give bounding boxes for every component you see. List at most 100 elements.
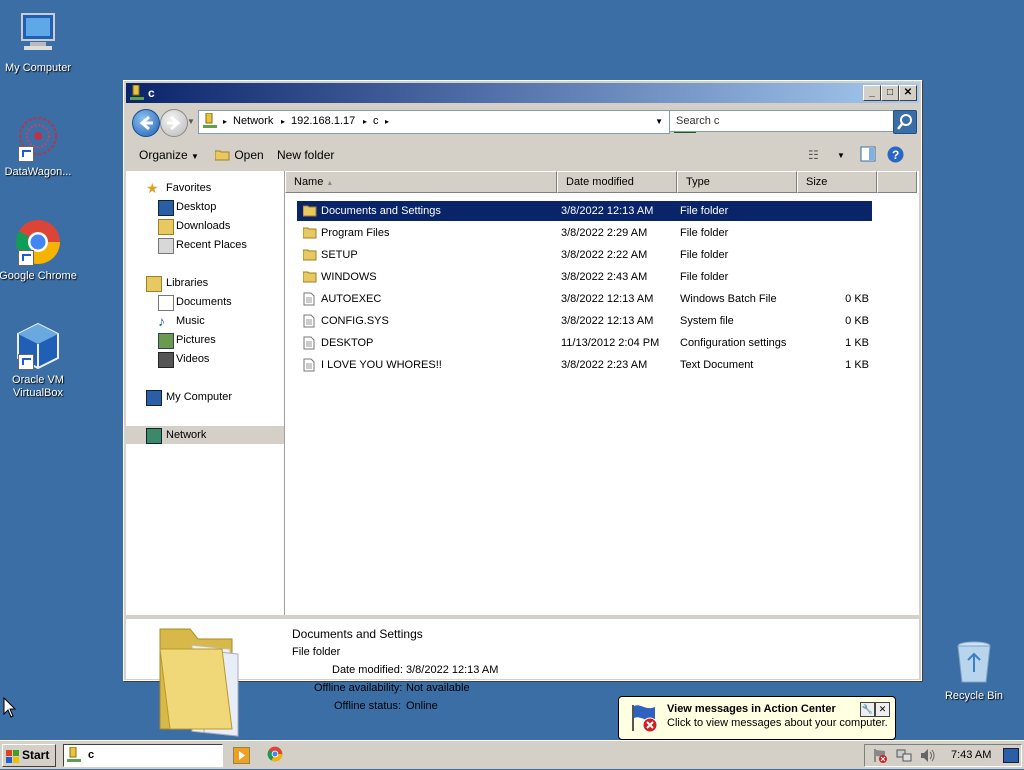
chevron-down-icon: ▼ [191,152,199,161]
breadcrumb-separator[interactable]: ▸ [363,117,367,126]
file-row[interactable]: DESKTOP 11/13/2012 2:04 PM Configuration s… [297,333,872,353]
column-header-date[interactable]: Date modified [557,171,677,193]
start-button[interactable]: Start [2,744,56,767]
details-name: Documents and Settings [292,627,423,641]
address-field[interactable]: ▸ Network ▸ 192.168.1.17 ▸ c ▸ ▼ [198,110,670,134]
nav-recent-places[interactable]: Recent Places [126,236,284,254]
file-date: 11/13/2012 2:04 PM [561,337,660,349]
show-desktop-icon[interactable] [1003,748,1019,763]
balloon-options-button[interactable]: 🔧 [860,702,875,717]
recent-pages-dropdown[interactable]: ▼ [187,117,195,126]
action-center-tray-icon[interactable] [873,748,888,766]
nav-label: Recent Places [176,239,247,251]
open-label: Open [234,148,264,162]
nav-label: Desktop [176,201,217,213]
file-type: File folder [680,205,729,217]
file-row[interactable]: Program Files 3/8/2022 2:29 AM File folder [297,223,872,243]
system-tray: 7:43 AM [864,744,1022,767]
clock[interactable]: 7:43 AM [951,749,991,761]
help-button[interactable]: ? [887,146,904,166]
folder-icon [302,226,317,239]
explorer-window: c _ □ ✕ ▼ ▸ Network ▸ 192.168.1.17 ▸ c ▸… [123,80,922,737]
windows-logo-icon [6,749,20,769]
balloon-close-button[interactable]: ✕ [875,702,890,717]
file-type: Configuration settings [680,337,787,349]
open-button[interactable]: Open [214,148,264,162]
nav-favorites[interactable]: ★ Favorites [126,179,284,197]
details-kind: File folder [292,646,341,658]
organize-button[interactable]: Organize ▼ [139,148,199,162]
breadcrumb-separator[interactable]: ▸ [281,117,285,126]
view-options-icon[interactable]: ☷ [808,148,819,162]
file-size: 0 KB [845,315,869,327]
file-row[interactable]: SETUP 3/8/2022 2:22 AM File folder [297,245,872,265]
title-bar[interactable]: c _ □ ✕ [126,83,919,103]
volume-tray-icon[interactable] [920,748,936,766]
forward-button[interactable] [160,109,188,137]
column-header-type[interactable]: Type [677,171,797,193]
file-row[interactable]: AUTOEXEC 3/8/2022 12:13 AM Windows Batch F… [297,289,872,309]
close-button[interactable]: ✕ [899,85,917,101]
desktop-icon-chrome[interactable]: Google Chrome [0,218,78,283]
view-dropdown-button[interactable]: ▼ [837,151,845,160]
desktop-icon-virtualbox[interactable]: Oracle VM VirtualBox [0,322,78,400]
search-button[interactable] [893,110,917,134]
nav-libraries[interactable]: Libraries [126,274,284,292]
details-date-label: Date modified: [332,664,403,676]
nav-music[interactable]: ♪ Music [126,312,284,330]
nav-my-computer[interactable]: My Computer [126,388,284,406]
datawagon-icon [14,114,62,162]
help-icon: ? [887,146,904,163]
nav-label: Network [166,429,207,441]
preview-pane-button[interactable] [860,146,876,165]
nav-downloads[interactable]: Downloads [126,217,284,235]
nav-documents[interactable]: Documents [126,293,284,311]
back-button[interactable] [132,109,160,137]
svg-text:?: ? [892,148,899,162]
network-tray-icon[interactable] [896,748,912,766]
new-folder-button[interactable]: New folder [277,148,334,162]
taskbar-button-explorer[interactable]: c [63,744,223,767]
maximize-button[interactable]: □ [881,85,899,101]
file-size: 1 KB [845,337,869,349]
desktop-icon-recycle-bin[interactable]: Recycle Bin [934,638,1014,703]
breadcrumb-separator[interactable]: ▸ [223,117,227,126]
details-offline-label: Offline availability: [314,682,403,694]
music-icon: ♪ [158,313,165,329]
action-center-balloon[interactable]: View messages in Action Center Click to … [618,696,896,740]
chrome-icon [14,218,62,266]
quicklaunch-chrome[interactable] [267,746,283,765]
breadcrumb-network[interactable]: Network [233,115,273,127]
desktop-icon-my-computer[interactable]: My Computer [0,10,78,75]
nav-pictures[interactable]: Pictures [126,331,284,349]
window-title: c [148,86,155,100]
address-dropdown-button[interactable]: ▼ [655,117,663,126]
file-date: 3/8/2022 12:13 AM [561,315,654,327]
sort-ascending-icon: ▲ [326,180,334,187]
file-icon [303,292,317,306]
nav-desktop[interactable]: Desktop [126,198,284,216]
file-row[interactable]: Documents and Settings 3/8/2022 12:13 AM F… [297,201,872,221]
breadcrumb-ip[interactable]: 192.168.1.17 [291,115,355,127]
breadcrumb-c[interactable]: c [373,115,379,127]
nav-videos[interactable]: Videos [126,350,284,368]
quicklaunch-media-player[interactable] [233,747,250,764]
column-header-name[interactable]: Name ▲ [285,171,557,193]
desktop-icon-label: DataWagon... [4,166,72,178]
folder-icon [302,204,317,217]
media-player-icon [239,751,245,760]
file-row[interactable]: WINDOWS 3/8/2022 2:43 AM File folder [297,267,872,287]
file-name: Program Files [321,227,390,239]
nav-network[interactable]: Network [126,426,284,444]
search-input[interactable]: Search c [669,110,895,132]
desktop-icon-datawagon[interactable]: DataWagon... [0,114,78,179]
file-row[interactable]: CONFIG.SYS 3/8/2022 12:13 AM System file 0 … [297,311,872,331]
balloon-text: Click to view messages about your comput… [667,717,888,729]
breadcrumb-separator[interactable]: ▸ [385,117,389,126]
minimize-button[interactable]: _ [863,85,881,101]
file-type: System file [680,315,734,327]
column-header-size[interactable]: Size [797,171,877,193]
nav-label: Videos [176,353,210,365]
desktop-icon-label: VirtualBox [13,387,63,399]
file-row[interactable]: I LOVE YOU WHORES!! 3/8/2022 2:23 AM Text … [297,355,872,375]
